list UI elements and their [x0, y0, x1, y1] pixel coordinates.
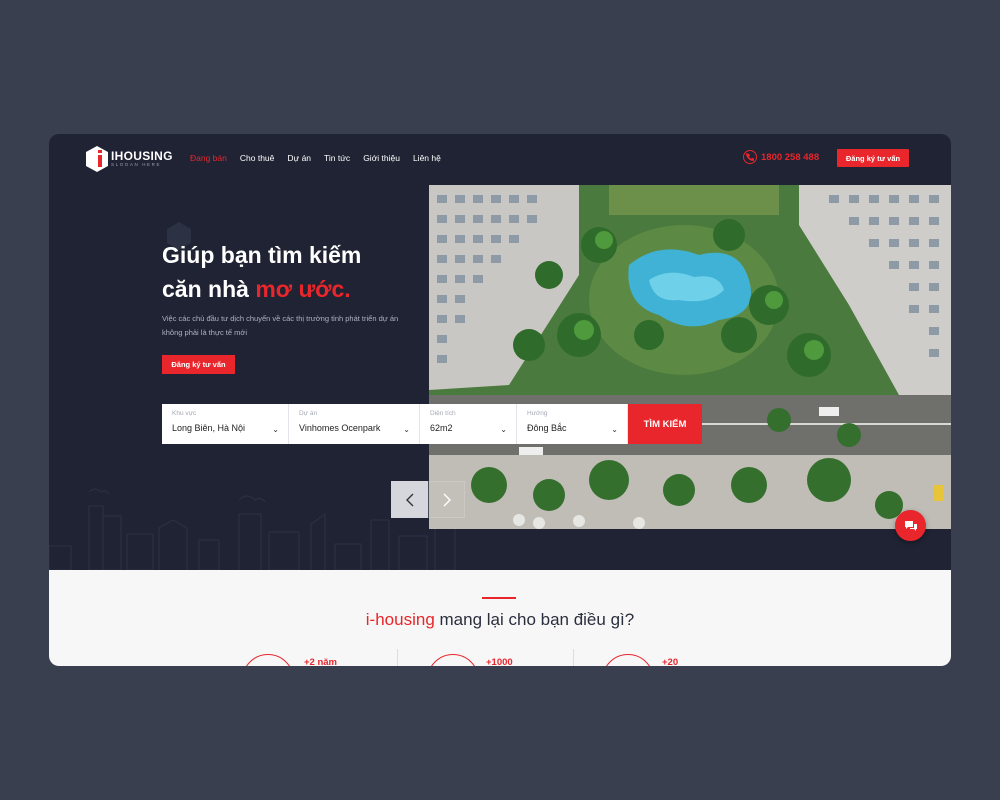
stat-divider: [397, 649, 398, 666]
field-value: 62m2: [430, 423, 453, 433]
field-label: Dự án: [299, 410, 318, 417]
stat-icon-circle: [427, 654, 479, 666]
field-label: Khu vực: [172, 410, 197, 417]
field-value: Vinhomes Ocenpark: [299, 423, 381, 433]
hotline[interactable]: 1800 258 488: [743, 150, 819, 164]
chevron-down-icon: ⌄: [403, 425, 410, 434]
search-field-project[interactable]: Dự án Vinhomes Ocenpark ⌄: [289, 404, 420, 444]
stat-icon-circle: [242, 654, 294, 666]
logo-hex-icon: [86, 146, 108, 172]
nav-item-tin-tuc[interactable]: Tin tức: [324, 153, 350, 163]
nav-item-lien-he[interactable]: Liên hệ: [413, 153, 441, 163]
search-field-area[interactable]: Khu vực Long Biên, Hà Nội ⌄: [162, 404, 289, 444]
field-label: Hướng: [527, 410, 548, 417]
benefits-section: i-housing mang lại cho bạn điều gì? +2 n…: [49, 570, 951, 666]
logo-name: IHOUSING: [111, 149, 173, 164]
section-accent-line: [482, 597, 516, 599]
section-title-rest: mang lại cho bạn điều gì?: [434, 610, 635, 629]
chevron-down-icon: ⌄: [611, 425, 618, 434]
hero-description: Việc các chủ đầu tư dịch chuyển về các t…: [162, 314, 399, 337]
nav-item-cho-thue[interactable]: Cho thuê: [240, 153, 275, 163]
website-frame: IHOUSING SLOGAN HERE Đang bán Cho thuê D…: [49, 134, 951, 666]
section-title-brand: i-housing: [365, 610, 435, 629]
arrow-left-icon[interactable]: [391, 481, 428, 518]
hero-consult-button[interactable]: Đăng ký tư vấn: [162, 355, 235, 374]
slider-controls: [391, 481, 465, 518]
logo-slogan: SLOGAN HERE: [111, 162, 162, 168]
chevron-down-icon: ⌄: [272, 425, 279, 434]
hero-title-prefix: căn nhà: [162, 276, 256, 302]
chat-button[interactable]: [895, 510, 926, 541]
field-value: Long Biên, Hà Nội: [172, 423, 246, 433]
hero-image-aerial-view: [429, 185, 951, 529]
hero-title: Giúp bạn tìm kiếm căn nhà mơ ước.: [162, 238, 361, 306]
phone-number: 1800 258 488: [761, 151, 820, 163]
search-field-direction[interactable]: Hướng Đông Bắc ⌄: [517, 404, 628, 444]
chat-icon: [904, 520, 917, 531]
stat-value: +20: [662, 657, 679, 666]
field-value: Đông Bắc: [527, 423, 567, 433]
hero-title-accent: mơ ước.: [255, 276, 351, 302]
search-field-area-size[interactable]: Diện tích 62m2 ⌄: [420, 404, 517, 444]
search-button[interactable]: TÌM KIẾM: [628, 404, 702, 444]
section-title: i-housing mang lại cho bạn điều gì?: [49, 610, 951, 630]
stat-divider: [573, 649, 574, 666]
header-consult-button[interactable]: Đăng ký tư vấn: [837, 149, 909, 167]
stat-value: +2 năm: [304, 657, 338, 666]
stat-value: +1000: [486, 657, 513, 666]
nav-item-dang-ban[interactable]: Đang bán: [190, 153, 227, 163]
search-bar: Khu vực Long Biên, Hà Nội ⌄ Dự án Vinhom…: [162, 404, 702, 444]
nav-item-gioi-thieu[interactable]: Giới thiệu: [363, 153, 400, 163]
field-label: Diện tích: [430, 410, 456, 417]
logo[interactable]: IHOUSING SLOGAN HERE: [86, 146, 173, 172]
phone-icon: [743, 150, 757, 164]
chevron-down-icon: ⌄: [500, 425, 507, 434]
hero-title-line2: căn nhà mơ ước.: [162, 272, 361, 306]
main-nav: Đang bán Cho thuê Dự án Tin tức Giới thi…: [190, 153, 454, 163]
arrow-right-icon[interactable]: [428, 481, 465, 518]
nav-item-du-an[interactable]: Dự án: [287, 153, 311, 163]
stat-icon-circle: [602, 654, 654, 666]
hero-title-line1: Giúp bạn tìm kiếm: [162, 242, 362, 268]
